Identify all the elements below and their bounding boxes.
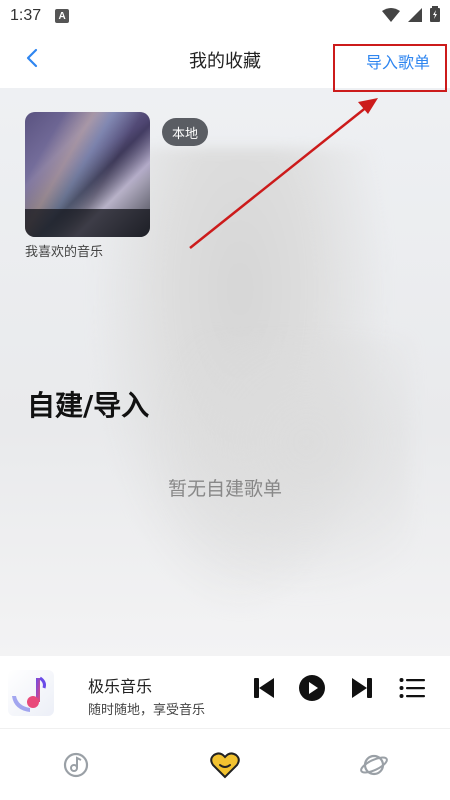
status-time: 1:37 (10, 7, 42, 24)
music-disc-icon (62, 751, 90, 783)
mini-player[interactable]: 极乐音乐 随时随地，享受音乐 (0, 656, 450, 728)
notification-icon: A (55, 9, 70, 23)
top-nav-bar: 我的收藏 导入歌单 (0, 32, 450, 88)
skip-previous-icon (252, 676, 276, 704)
play-icon (298, 674, 326, 706)
playlist-button[interactable] (398, 676, 426, 704)
section-title: 自建/导入 (27, 389, 150, 422)
status-icons (382, 6, 440, 26)
player-subtitle: 随时随地，享受音乐 (88, 703, 206, 718)
liked-music-card[interactable]: 我喜欢的音乐 (25, 112, 150, 260)
signal-icon (408, 7, 422, 26)
status-bar: 1:37 A (0, 0, 450, 32)
empty-state-text: 暂无自建歌单 (167, 478, 282, 500)
play-button[interactable] (298, 674, 326, 706)
album-caption: 我喜欢的音乐 (25, 245, 104, 260)
heart-icon (210, 751, 240, 783)
nav-tab-music[interactable] (60, 751, 92, 783)
background-blur-secondary (150, 338, 410, 598)
import-playlist-button[interactable]: 导入歌单 (366, 49, 430, 73)
album-cover (25, 112, 150, 237)
nav-tab-favorites[interactable] (209, 751, 241, 783)
playlist-icon (399, 677, 425, 703)
battery-icon (430, 6, 440, 26)
favorites-content: 我喜欢的音乐 本地 自建/导入 暂无自建歌单 (0, 88, 450, 656)
music-note-icon (12, 676, 46, 712)
planet-icon (359, 750, 389, 784)
previous-button[interactable] (250, 676, 278, 704)
local-badge[interactable]: 本地 (162, 118, 209, 146)
player-cover (8, 670, 54, 716)
player-title: 极乐音乐 (88, 677, 153, 696)
nav-tab-discover[interactable] (358, 751, 390, 783)
skip-next-icon (350, 676, 374, 704)
next-button[interactable] (348, 676, 376, 704)
wifi-icon (382, 7, 400, 26)
bottom-nav (0, 728, 450, 800)
